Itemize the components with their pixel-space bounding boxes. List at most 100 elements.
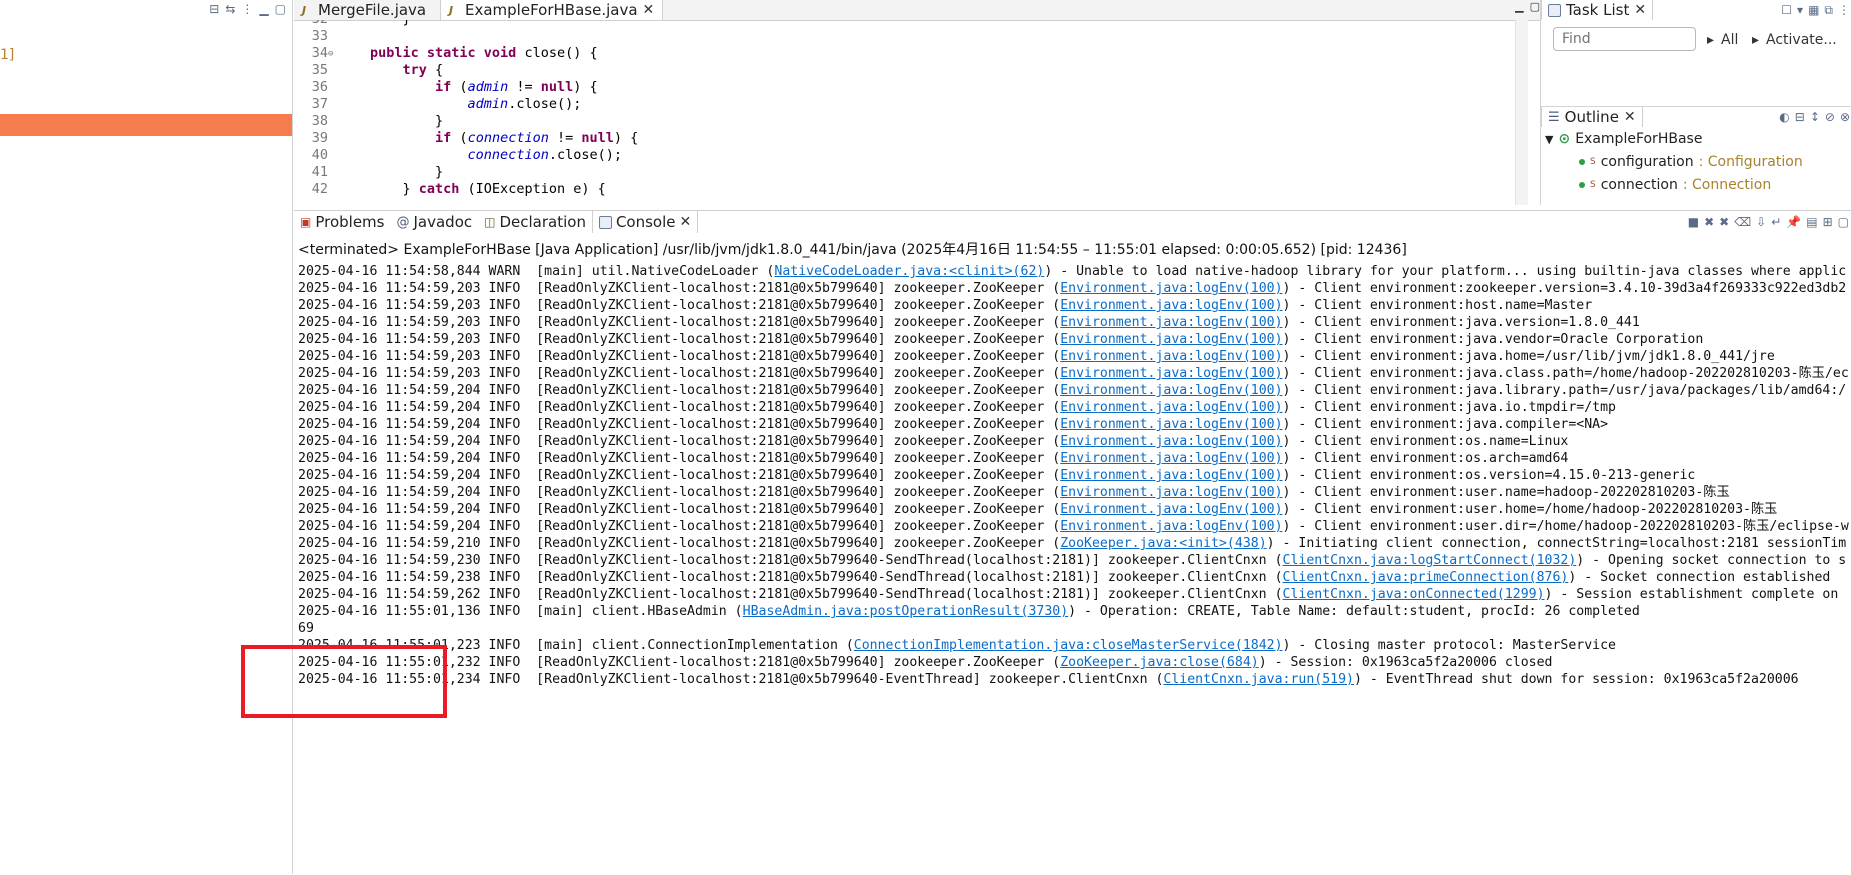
filter-icon[interactable]: ⧉ [1824, 3, 1833, 18]
remove-launch-icon[interactable]: ✖ [1704, 215, 1714, 229]
word-wrap-icon[interactable]: ↵ [1771, 215, 1781, 229]
collapse-all-icon[interactable]: ⊟ [1795, 110, 1805, 124]
outline-title: Outline [1564, 108, 1619, 126]
find-input[interactable] [1553, 27, 1696, 51]
source-link[interactable]: Environment.java:logEnv(100) [1060, 417, 1282, 432]
source-link[interactable]: Environment.java:logEnv(100) [1060, 315, 1282, 330]
tasklist-header: Task List ✕ ☐ ▾ ▦ ⧉ ⋮ [1541, 0, 1851, 20]
code-line[interactable]: 32 } [294, 20, 1510, 28]
outline-class-item[interactable]: ▼ ⊙ ExampleForHBase [1545, 129, 1702, 149]
outline-field-item[interactable]: S configuration : Configuration [1579, 152, 1803, 172]
tab-mergefile[interactable]: J MergeFile.java [294, 0, 434, 20]
line-number: 36 [311, 79, 328, 95]
close-icon[interactable]: ✕ [680, 214, 692, 230]
pin-console-icon[interactable]: 📌 [1786, 215, 1801, 229]
code-line[interactable]: 36 if (admin != null) { [294, 79, 1510, 96]
source-link[interactable]: Environment.java:logEnv(100) [1060, 349, 1282, 364]
code-line[interactable]: 38 } [294, 113, 1510, 130]
activate-link[interactable]: Activate... [1766, 32, 1837, 48]
close-icon[interactable]: ✕ [643, 2, 655, 18]
outline-icon: ☰ [1548, 109, 1560, 125]
source-link[interactable]: Environment.java:logEnv(100) [1060, 519, 1282, 534]
field-name: configuration [1600, 154, 1694, 170]
source-link[interactable]: Environment.java:logEnv(100) [1060, 383, 1282, 398]
remove-all-icon[interactable]: ✖ [1719, 215, 1729, 229]
source-link[interactable]: ClientCnxn.java:primeConnection(876) [1283, 570, 1569, 585]
close-icon[interactable]: ✕ [1634, 2, 1646, 18]
link-editor-icon[interactable]: ⇆ [225, 2, 235, 16]
tab-console[interactable]: Console ✕ [591, 211, 699, 233]
source-link[interactable]: ClientCnxn.java:logStartConnect(1032) [1283, 553, 1577, 568]
code-line[interactable]: 35 try { [294, 62, 1510, 79]
scroll-lock-icon[interactable]: ⇩ [1756, 215, 1766, 229]
all-link[interactable]: All [1721, 32, 1738, 48]
task-list-icon [1548, 3, 1561, 17]
view-menu-icon[interactable]: ⋮ [241, 2, 253, 16]
dropdown-icon[interactable]: ▾ [1797, 3, 1803, 18]
source-link[interactable]: Environment.java:logEnv(100) [1060, 434, 1282, 449]
field-type: : Connection [1682, 177, 1772, 193]
tree-item-fragment[interactable]: 1] [0, 47, 14, 63]
source-link[interactable]: Environment.java:logEnv(100) [1060, 281, 1282, 296]
open-console-icon[interactable]: ⊞ [1823, 215, 1833, 229]
at-icon: @ [396, 214, 410, 230]
source-link[interactable]: NativeCodeLoader.java:<clinit>(62) [774, 264, 1044, 279]
chevron-down-icon[interactable]: ▼ [1545, 133, 1553, 146]
terminate-icon[interactable]: ■ [1688, 215, 1699, 229]
code-text: admin.close(); [467, 96, 582, 112]
tree-item-selected[interactable] [0, 114, 292, 136]
tasklist-title: Task List [1566, 1, 1630, 19]
minimize-icon[interactable]: ▁ [1515, 0, 1523, 13]
source-link[interactable]: ClientCnxn.java:run(519) [1163, 672, 1354, 687]
source-link[interactable]: Environment.java:logEnv(100) [1060, 332, 1282, 347]
field-icon [1579, 159, 1585, 165]
source-link[interactable]: Environment.java:logEnv(100) [1060, 400, 1282, 415]
source-link[interactable]: ConnectionImplementation.java:closeMaste… [854, 638, 1283, 653]
code-line[interactable]: 34 ⊖ public static void close() { [294, 45, 1510, 62]
tab-exampleforhbase[interactable]: J ExampleForHBase.java ✕ [440, 0, 664, 20]
maximize-icon[interactable]: ▢ [1838, 215, 1849, 229]
code-line[interactable]: 33 [294, 28, 1510, 45]
minimize-icon[interactable]: ▁ [259, 2, 268, 16]
code-line[interactable]: 41 } [294, 164, 1510, 181]
source-link[interactable]: Environment.java:logEnv(100) [1060, 485, 1282, 500]
maximize-icon[interactable]: ▢ [275, 2, 286, 16]
source-link[interactable]: ZooKeeper.java:close(684) [1060, 655, 1259, 670]
source-link[interactable]: Environment.java:logEnv(100) [1060, 366, 1282, 381]
hide-fields-icon[interactable]: ◐ [1779, 110, 1789, 124]
code-area[interactable]: 32 }3334⊖public static void close() {35 … [294, 20, 1510, 205]
right-side-views: Task List ✕ ☐ ▾ ▦ ⧉ ⋮ ▸ All ▸ Activate..… [1540, 0, 1851, 205]
source-link[interactable]: ZooKeeper.java:<init>(438) [1060, 536, 1266, 551]
tab-javadoc[interactable]: @ Javadoc [390, 211, 478, 233]
hide-nonpublic-icon[interactable]: ⊗ [1840, 110, 1850, 124]
code-line[interactable]: 42 } catch (IOException e) { [294, 181, 1510, 198]
editor-tab-bar: J MergeFile.java J ExampleForHBase.java … [294, 0, 1540, 21]
hide-static-icon[interactable]: ⊘ [1825, 110, 1835, 124]
editor-scrollbar[interactable] [1515, 20, 1528, 205]
tab-declaration[interactable]: ◫ Declaration [478, 211, 592, 233]
tab-label: MergeFile.java [318, 1, 427, 19]
clear-console-icon[interactable]: ⌫ [1734, 215, 1751, 229]
source-link[interactable]: HBaseAdmin.java:postOperationResult(3730… [743, 604, 1069, 619]
tab-task-list[interactable]: Task List ✕ [1541, 0, 1654, 20]
sort-icon[interactable]: ↕ [1810, 110, 1820, 124]
source-link[interactable]: Environment.java:logEnv(100) [1060, 468, 1282, 483]
categorize-icon[interactable]: ▦ [1808, 3, 1819, 18]
collapse-all-icon[interactable]: ⊟ [209, 2, 219, 16]
code-line[interactable]: 40 connection.close(); [294, 147, 1510, 164]
code-line[interactable]: 39 if (connection != null) { [294, 130, 1510, 147]
source-link[interactable]: ClientCnxn.java:onConnected(1299) [1283, 587, 1545, 602]
source-link[interactable]: Environment.java:logEnv(100) [1060, 298, 1282, 313]
code-line[interactable]: 37 admin.close(); [294, 96, 1510, 113]
view-menu-icon[interactable]: ⋮ [1838, 3, 1850, 18]
maximize-icon[interactable]: ▢ [1530, 0, 1540, 13]
source-link[interactable]: Environment.java:logEnv(100) [1060, 451, 1282, 466]
tab-problems[interactable]: ▣ Problems [294, 211, 390, 233]
new-task-icon[interactable]: ☐ [1781, 3, 1792, 18]
display-console-icon[interactable]: ▤ [1806, 215, 1817, 229]
outline-field-item[interactable]: S connection : Connection [1579, 175, 1771, 195]
source-link[interactable]: Environment.java:logEnv(100) [1060, 502, 1282, 517]
fold-icon[interactable]: ⊖ [328, 46, 338, 63]
close-icon[interactable]: ✕ [1624, 109, 1636, 125]
tab-outline[interactable]: ☰ Outline ✕ [1541, 107, 1643, 127]
